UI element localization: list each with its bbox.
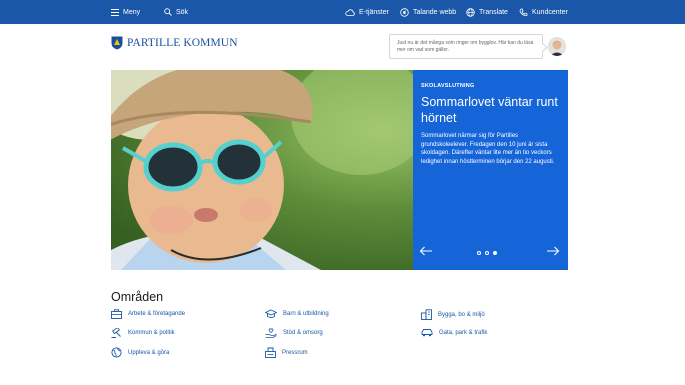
- search-label: Sök: [176, 8, 189, 16]
- briefcase-icon: [111, 309, 122, 319]
- area-link-label: Barn & utbildning: [283, 311, 329, 317]
- area-link-building-housing-environment[interactable]: Bygga, bo & miljö: [421, 309, 485, 320]
- site-logo[interactable]: PARTILLE KOMMUN: [111, 36, 238, 50]
- carousel-dots: [477, 251, 497, 255]
- area-link-label: Stöd & omsorg: [283, 330, 323, 336]
- search-button[interactable]: Sök: [164, 0, 188, 24]
- globe-icon: [111, 347, 122, 358]
- top-bar: Meny Sök E-tjänster Talande webb Transla…: [0, 0, 685, 24]
- audio-icon: [400, 7, 409, 17]
- next-slide-arrow-icon[interactable]: [546, 246, 560, 256]
- translate-link[interactable]: Translate: [466, 0, 508, 24]
- menu-label: Meny: [123, 8, 141, 16]
- talking-web-link[interactable]: Talande webb: [400, 0, 456, 24]
- eservices-link[interactable]: E-tjänster: [345, 0, 389, 24]
- hamburger-icon: [111, 8, 119, 16]
- hero-headline[interactable]: Sommarlovet väntar runt hörnet: [421, 94, 560, 126]
- search-icon: [164, 8, 172, 16]
- graduation-cap-icon: [265, 309, 277, 318]
- carousel-dot-3[interactable]: [493, 251, 497, 255]
- buildings-icon: [421, 309, 432, 320]
- logo-text: PARTILLE KOMMUN: [127, 37, 238, 49]
- gavel-icon: [111, 328, 121, 338]
- press-icon: [265, 347, 276, 358]
- previous-slide-arrow-icon[interactable]: [419, 246, 433, 256]
- area-link-experience-do[interactable]: Uppleva & göra: [111, 347, 169, 358]
- carousel-dot-1[interactable]: [477, 251, 481, 255]
- area-link-street-park-traffic[interactable]: Gata, park & trafik: [421, 328, 487, 337]
- phone-icon: [519, 8, 528, 16]
- area-link-label: Kommun & politik: [128, 330, 175, 336]
- area-link-label: Pressrum: [282, 349, 308, 356]
- area-link-label: Uppleva & göra: [128, 349, 170, 356]
- customer-center-link[interactable]: Kundcenter: [519, 0, 568, 24]
- car-icon: [421, 329, 433, 337]
- hero-image: [111, 70, 413, 270]
- heart-hand-icon: [265, 328, 277, 338]
- customer-center-label: Kundcenter: [532, 8, 568, 16]
- area-link-label: Gata, park & trafik: [439, 329, 488, 336]
- hero-text-panel: SKOLAVSLUTNING Sommarlovet väntar runt h…: [413, 70, 568, 270]
- avatar[interactable]: [548, 37, 566, 56]
- carousel-dot-2[interactable]: [485, 251, 489, 255]
- translate-label: Translate: [479, 8, 508, 16]
- talking-web-label: Talande webb: [413, 8, 457, 16]
- cloud-icon: [345, 8, 355, 16]
- area-link-support-care[interactable]: Stöd & omsorg: [265, 328, 323, 338]
- eservices-label: E-tjänster: [359, 8, 389, 16]
- hero-carousel: SKOLAVSLUTNING Sommarlovet väntar runt h…: [111, 70, 568, 270]
- globe-icon: [466, 7, 475, 17]
- area-link-municipality-politics[interactable]: Kommun & politik: [111, 328, 175, 338]
- person-photo: [548, 37, 566, 56]
- hero-kicker: SKOLAVSLUTNING: [421, 83, 475, 89]
- notice-bubble[interactable]: Just nu är det många som ringer om byggl…: [389, 34, 543, 59]
- notice-text: Just nu är det många som ringer om byggl…: [397, 40, 534, 53]
- area-link-label: Bygga, bo & miljö: [438, 311, 485, 318]
- coat-of-arms-icon: [111, 36, 123, 50]
- area-link-press-room[interactable]: Pressrum: [265, 347, 308, 358]
- area-link-label: Arbete & företagande: [128, 311, 186, 317]
- area-link-work-business[interactable]: Arbete & företagande: [111, 309, 185, 319]
- hero-body: Sommarlovet närmar sig för Partilles gru…: [421, 133, 555, 165]
- menu-button[interactable]: Meny: [111, 0, 140, 24]
- areas-heading: Områden: [111, 290, 164, 304]
- area-link-children-education[interactable]: Barn & utbildning: [265, 309, 329, 319]
